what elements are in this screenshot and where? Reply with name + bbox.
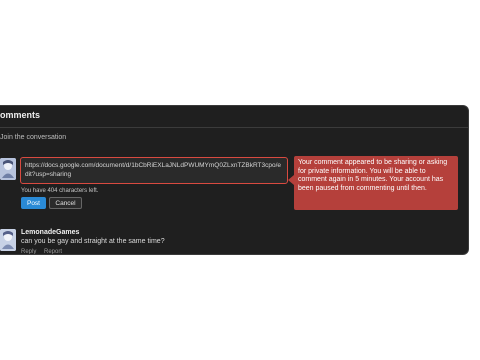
- comments-title: omments: [0, 110, 41, 120]
- title-divider: [0, 127, 468, 128]
- comment-actions: Reply Report: [21, 249, 68, 254]
- post-button[interactable]: Post: [21, 197, 46, 209]
- characters-left-text: You have 404 characters left.: [21, 188, 99, 194]
- comment-body: can you be gay and straight at the same …: [21, 238, 165, 245]
- current-user-avatar: [0, 158, 16, 180]
- comment-input[interactable]: [20, 157, 288, 184]
- cancel-button[interactable]: Cancel: [49, 197, 82, 209]
- commenter-avatar[interactable]: [0, 229, 16, 251]
- avatar-image: [0, 229, 16, 251]
- reply-link[interactable]: Reply: [21, 249, 36, 254]
- page-stage: omments Join the conversation You have 4…: [0, 0, 480, 360]
- comment-author[interactable]: LemonadeGames: [21, 229, 79, 236]
- comments-subhead: Join the conversation: [0, 134, 67, 141]
- avatar-image: [0, 158, 16, 180]
- report-link[interactable]: Report: [44, 249, 62, 254]
- moderation-warning: Your comment appeared to be sharing or a…: [294, 156, 458, 210]
